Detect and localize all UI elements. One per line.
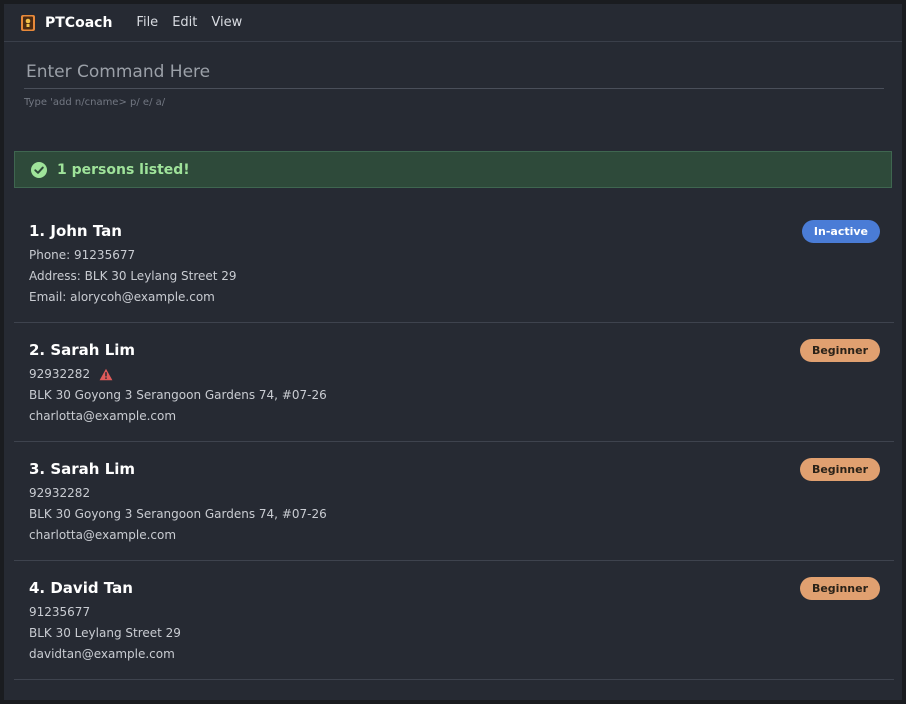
person-email: davidtan@example.com bbox=[29, 647, 175, 661]
person-card[interactable]: 3. Sarah Lim 92932282 BLK 30 Goyong 3 Se… bbox=[14, 442, 894, 561]
app-title: PTCoach bbox=[45, 14, 113, 31]
status-badge: Beginner bbox=[799, 577, 880, 600]
command-hint: Type 'add n/cname> p/ e/ a/ bbox=[24, 97, 166, 108]
person-list: 1. John Tan Phone: 91235677 Address: BLK… bbox=[14, 204, 894, 680]
person-card[interactable]: 2. Sarah Lim 92932282 BLK 30 Goyong 3 Se… bbox=[14, 323, 894, 442]
person-address: Address: BLK 30 Leylang Street 29 bbox=[29, 269, 237, 283]
menu-bar: PTCoach File Edit View bbox=[4, 4, 902, 42]
person-name: 2. Sarah Lim bbox=[29, 341, 136, 359]
status-badge: In-active bbox=[801, 220, 880, 243]
person-card[interactable]: 4. David Tan 91235677 BLK 30 Leylang Str… bbox=[14, 561, 894, 680]
menu-edit[interactable]: Edit bbox=[172, 13, 197, 32]
person-phone: Phone: 91235677 bbox=[29, 248, 136, 262]
person-phone: 91235677 bbox=[29, 605, 91, 619]
person-email: charlotta@example.com bbox=[29, 528, 177, 542]
command-area: Type 'add n/cname> p/ e/ a/ bbox=[24, 60, 884, 108]
result-message: 1 persons listed! bbox=[57, 161, 190, 178]
person-phone: 92932282 bbox=[29, 364, 879, 385]
book-icon bbox=[21, 14, 35, 31]
person-address: BLK 30 Goyong 3 Serangoon Gardens 74, #0… bbox=[29, 388, 327, 402]
person-name: 4. David Tan bbox=[29, 579, 133, 597]
person-email: Email: alorycoh@example.com bbox=[29, 290, 215, 304]
person-address: BLK 30 Leylang Street 29 bbox=[29, 626, 181, 640]
person-name: 3. Sarah Lim bbox=[29, 460, 136, 478]
person-address: BLK 30 Goyong 3 Serangoon Gardens 74, #0… bbox=[29, 507, 327, 521]
app-window: PTCoach File Edit View Type 'add n/cname… bbox=[4, 4, 902, 700]
result-display: 1 persons listed! bbox=[14, 151, 892, 188]
check-circle-icon bbox=[31, 161, 47, 178]
warning-icon bbox=[99, 368, 113, 381]
person-name: 1. John Tan bbox=[29, 222, 122, 240]
status-badge: Beginner bbox=[799, 458, 880, 481]
person-card[interactable]: 1. John Tan Phone: 91235677 Address: BLK… bbox=[14, 204, 894, 323]
person-phone: 92932282 bbox=[29, 486, 91, 500]
command-input[interactable] bbox=[24, 60, 884, 89]
status-badge: Beginner bbox=[799, 339, 880, 362]
person-email: charlotta@example.com bbox=[29, 409, 177, 423]
menu-view[interactable]: View bbox=[211, 13, 242, 32]
menu-file[interactable]: File bbox=[136, 13, 158, 32]
